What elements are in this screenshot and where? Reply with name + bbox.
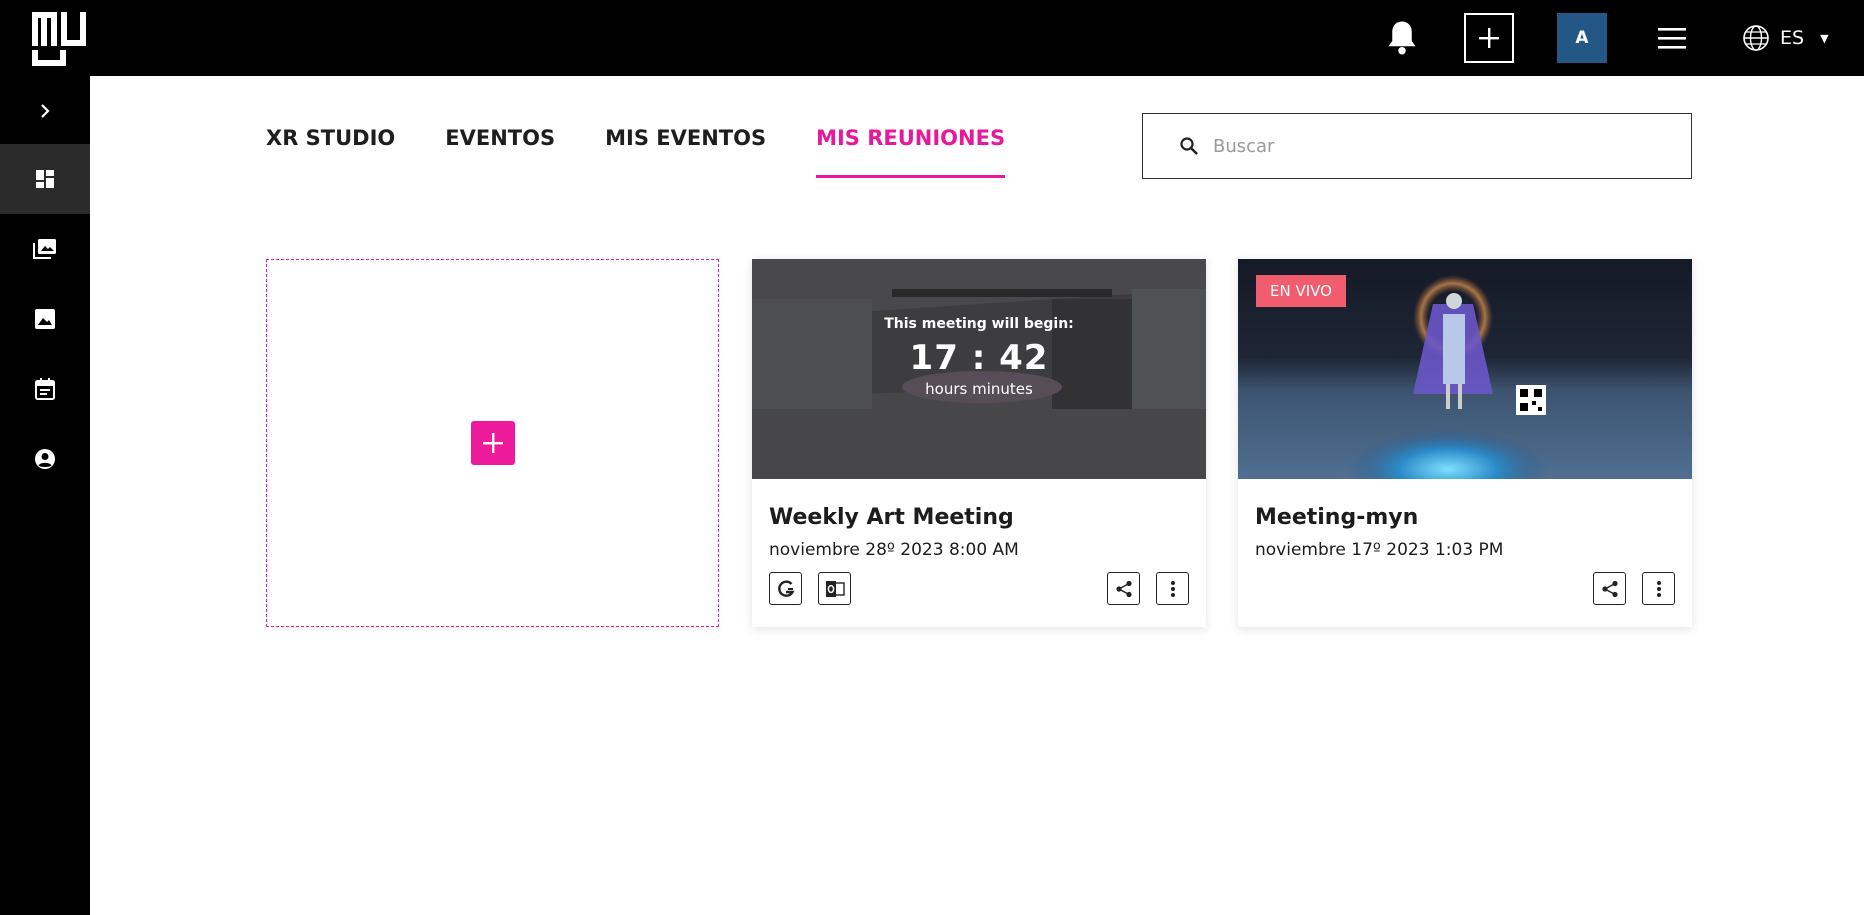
hamburger-menu-icon[interactable] — [1656, 23, 1688, 53]
meeting-date: noviembre 17º 2023 1:03 PM — [1255, 540, 1504, 560]
sidebar-item-images[interactable] — [0, 284, 90, 354]
meeting-thumbnail[interactable]: This meeting will begin: 17 : 42 hours m… — [752, 259, 1206, 479]
meeting-card[interactable]: This meeting will begin: 17 : 42 hours m… — [752, 259, 1206, 627]
tab-mis-eventos[interactable]: MIS EVENTOS — [605, 126, 766, 178]
google-calendar-icon — [777, 580, 795, 597]
more-vertical-icon — [1656, 580, 1661, 597]
meeting-title: Weekly Art Meeting — [769, 505, 1014, 530]
tab-xr-studio[interactable]: XR STUDIO — [266, 126, 395, 178]
sidebar — [0, 76, 90, 915]
globe-icon — [1743, 25, 1769, 51]
account-circle-icon — [35, 449, 55, 469]
tab-eventos[interactable]: EVENTOS — [445, 126, 555, 178]
caret-down-icon: ▼ — [1820, 31, 1829, 45]
notifications-bell-icon[interactable] — [1384, 18, 1420, 58]
outlook-calendar-button[interactable] — [818, 572, 851, 605]
google-calendar-button[interactable] — [769, 572, 802, 605]
language-code: ES — [1780, 27, 1805, 49]
outlook-icon — [825, 580, 845, 597]
countdown-time: 17 : 42 — [909, 338, 1049, 378]
search-icon — [1180, 137, 1198, 155]
calendar-icon — [35, 378, 55, 400]
plus-icon — [1479, 28, 1499, 48]
more-options-button[interactable] — [1156, 572, 1189, 605]
muu-logo[interactable] — [30, 10, 88, 66]
add-meeting-button[interactable] — [470, 421, 515, 465]
create-meeting-card[interactable] — [266, 259, 719, 627]
language-selector[interactable]: ES ▼ — [1742, 20, 1829, 56]
top-bar: A ES ▼ — [0, 0, 1864, 76]
share-button[interactable] — [1107, 572, 1140, 605]
share-button[interactable] — [1593, 572, 1626, 605]
meeting-countdown: This meeting will begin: 17 : 42 hours m… — [752, 259, 1206, 479]
meeting-date: noviembre 28º 2023 8:00 AM — [769, 540, 1019, 560]
share-icon — [1601, 580, 1618, 597]
live-badge: EN VIVO — [1256, 275, 1346, 307]
sidebar-item-dashboard[interactable] — [0, 144, 90, 214]
search-input[interactable] — [1213, 135, 1673, 157]
image-icon — [35, 309, 55, 329]
dashboard-icon — [36, 170, 54, 188]
create-button[interactable] — [1464, 13, 1514, 63]
sidebar-item-calendar[interactable] — [0, 354, 90, 424]
photo-library-icon — [33, 239, 56, 259]
meeting-title: Meeting-myn — [1255, 505, 1419, 530]
section-tabs: XR STUDIO EVENTOS MIS EVENTOS MIS REUNIO… — [266, 126, 1006, 178]
more-vertical-icon — [1170, 580, 1175, 597]
countdown-units: hours minutes — [925, 380, 1033, 398]
meeting-thumbnail[interactable]: EN VIVO — [1238, 259, 1692, 479]
sidebar-item-profile[interactable] — [0, 424, 90, 494]
countdown-label: This meeting will begin: — [884, 316, 1074, 332]
search-box — [1142, 113, 1692, 179]
tab-mis-reuniones[interactable]: MIS REUNIONES — [816, 126, 1006, 178]
sidebar-item-gallery[interactable] — [0, 214, 90, 284]
user-avatar[interactable]: A — [1557, 13, 1607, 63]
plus-icon — [482, 433, 503, 453]
more-options-button[interactable] — [1642, 572, 1675, 605]
chevron-right-icon — [41, 104, 50, 118]
sidebar-expand-button[interactable] — [0, 76, 90, 146]
meeting-card[interactable]: EN VIVO Meeting-myn noviembre 17º 2023 1… — [1238, 259, 1692, 627]
share-icon — [1115, 580, 1132, 597]
